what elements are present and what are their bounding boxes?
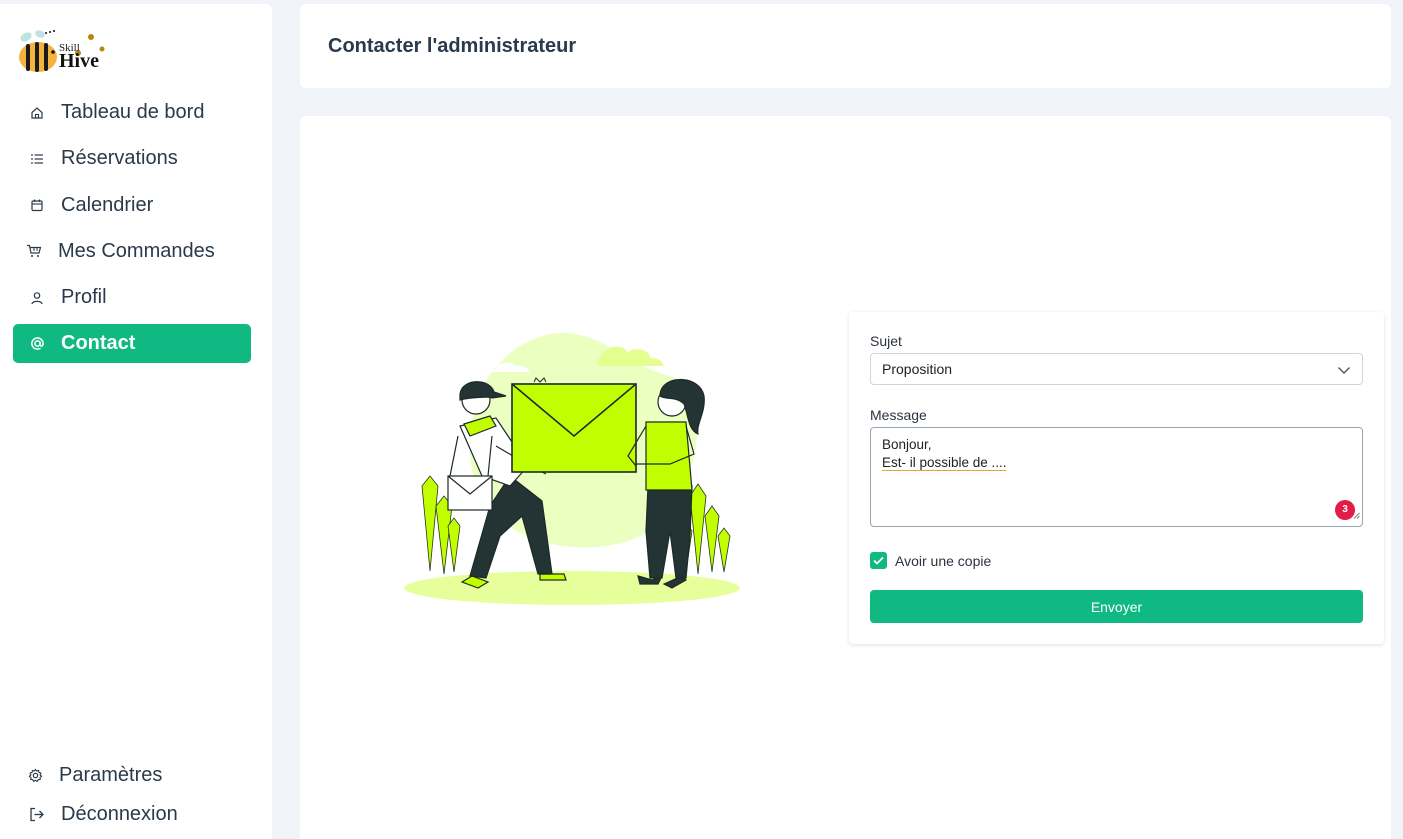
sidebar-item-label: Profil [61, 286, 107, 309]
sidebar-item-label: Mes Commandes [58, 239, 215, 262]
cart-icon [24, 241, 44, 261]
message-textarea[interactable]: Bonjour, Est- il possible de .... 3 [870, 427, 1363, 527]
copy-checkbox-row[interactable]: Avoir une copie [870, 552, 991, 569]
copy-checkbox-label: Avoir une copie [895, 552, 992, 569]
sidebar-item-label: Déconnexion [61, 803, 178, 825]
gear-icon [25, 766, 45, 786]
sidebar-item-label: Contact [61, 332, 136, 355]
subject-select[interactable]: Proposition [870, 353, 1363, 385]
logo-text-hive: Hive [59, 50, 99, 72]
sidebar-item-calendrier[interactable]: Calendrier [13, 186, 251, 225]
sidebar-item-reservations[interactable]: Réservations [13, 139, 251, 178]
sidebar-nav: Tableau de bord Réservations Calendrier … [13, 93, 251, 371]
subject-label: Sujet [870, 333, 902, 349]
message-line: Bonjour, [882, 437, 932, 452]
sidebar: Skill Hive Tableau de bord Réservations … [0, 4, 272, 839]
list-icon [27, 149, 47, 169]
sidebar-item-profil[interactable]: Profil [13, 278, 251, 317]
message-line: Est- il possible de .... [882, 455, 1007, 470]
contact-illustration [400, 326, 745, 611]
subject-select-value: Proposition [882, 361, 953, 377]
contact-form: Sujet Proposition Message Bonjour, Est- … [849, 312, 1384, 644]
sidebar-item-tableau-de-bord[interactable]: Tableau de bord [13, 93, 251, 132]
sidebar-item-label: Calendrier [61, 193, 154, 216]
sidebar-item-deconnexion[interactable]: Déconnexion [13, 795, 251, 834]
sidebar-bottom-nav: Paramètres Déconnexion [13, 756, 251, 834]
sidebar-item-parametres[interactable]: Paramètres [13, 756, 251, 795]
contact-panel: Sujet Proposition Message Bonjour, Est- … [300, 116, 1391, 839]
copy-checkbox[interactable] [870, 552, 887, 569]
skillhive-logo[interactable]: Skill Hive [14, 28, 109, 76]
message-label: Message [870, 407, 927, 423]
user-icon [27, 288, 47, 308]
sidebar-item-label: Paramètres [59, 764, 163, 786]
home-icon [27, 103, 47, 123]
calendar-icon [27, 195, 47, 215]
send-button[interactable]: Envoyer [870, 590, 1363, 623]
resize-handle-icon[interactable] [1353, 506, 1360, 524]
page-title: Contacter l'administrateur [328, 35, 577, 57]
sidebar-item-label: Tableau de bord [61, 101, 205, 123]
sidebar-item-label: Réservations [61, 147, 178, 170]
chevron-down-icon [1337, 363, 1351, 379]
spellcheck-error-badge[interactable]: 3 [1335, 500, 1355, 520]
page-header: Contacter l'administrateur [300, 4, 1391, 88]
logout-icon [27, 805, 47, 825]
sidebar-item-contact[interactable]: Contact [13, 324, 251, 364]
check-icon [873, 556, 884, 565]
sidebar-item-mes-commandes[interactable]: Mes Commandes [13, 232, 251, 271]
at-icon [27, 334, 47, 354]
